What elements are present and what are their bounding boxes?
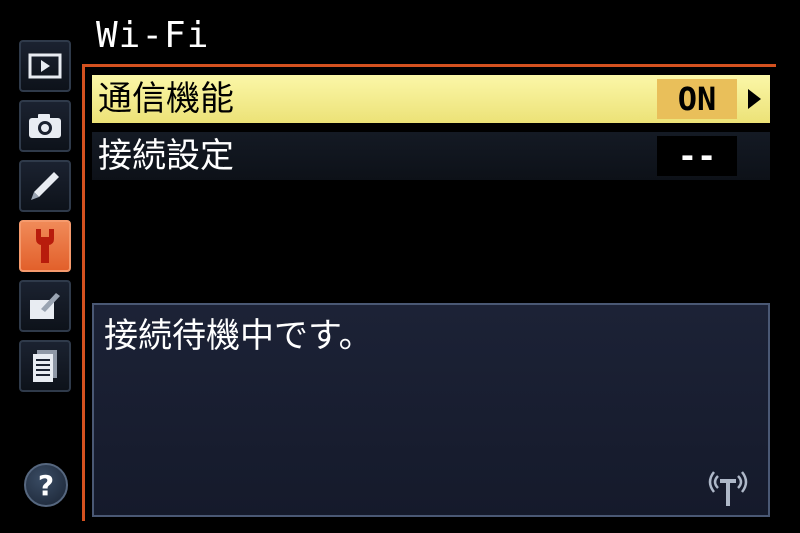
camera-icon: [29, 114, 61, 138]
tab-my-menu[interactable]: [19, 340, 71, 392]
list-icon: [33, 350, 57, 382]
tab-custom-settings[interactable]: [19, 160, 71, 212]
menu-item-label: 接続設定: [98, 136, 234, 176]
wireless-antenna-icon: [708, 471, 748, 506]
menu-item-connection-settings[interactable]: 接続設定 --: [92, 132, 770, 180]
tab-shooting[interactable]: [19, 100, 71, 152]
help-button[interactable]: ?: [24, 463, 68, 507]
page-title: Wi-Fi: [96, 15, 210, 56]
menu-frame-top: [82, 64, 776, 67]
tab-setup[interactable]: [19, 220, 71, 272]
menu-item-value: --: [657, 136, 737, 176]
wrench-icon: [36, 229, 54, 263]
chevron-right-icon: [748, 89, 761, 109]
playback-icon: [28, 53, 62, 79]
status-message: 接続待機中です。: [104, 316, 373, 356]
help-label: ?: [37, 468, 55, 502]
pencil-icon: [31, 172, 59, 200]
tab-playback[interactable]: [19, 40, 71, 92]
menu-item-communication[interactable]: 通信機能 ON: [92, 75, 770, 123]
menu-item-label: 通信機能: [98, 79, 234, 119]
retouch-icon: [30, 293, 60, 319]
menu-item-value: ON: [657, 79, 737, 119]
status-message-panel: 接続待機中です。: [92, 303, 770, 517]
menu-frame-left: [82, 66, 85, 521]
tab-retouch[interactable]: [19, 280, 71, 332]
